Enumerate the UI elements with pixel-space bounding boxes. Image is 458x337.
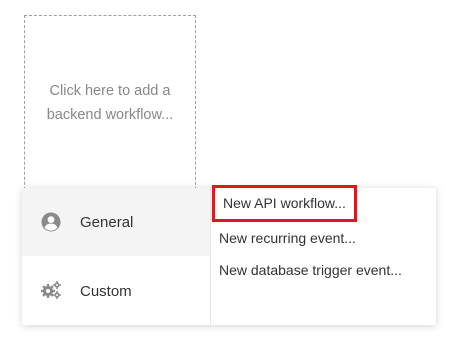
add-backend-workflow-card[interactable]: Click here to add a backend workflow... <box>24 15 196 205</box>
workflow-options-list: New API workflow... New recurring event.… <box>210 185 436 325</box>
gears-icon <box>40 279 62 301</box>
category-custom-label: Custom <box>80 282 132 300</box>
new-recurring-event-option[interactable]: New recurring event... <box>219 230 356 247</box>
category-custom[interactable]: Custom <box>22 256 210 324</box>
category-general-label: General <box>80 213 134 231</box>
new-api-workflow-option[interactable]: New API workflow... <box>212 185 357 222</box>
user-circle-icon <box>40 211 62 233</box>
new-workflow-dropdown: General Custom New API workflow... New r… <box>22 185 436 325</box>
add-backend-workflow-label: Click here to add a backend workflow... <box>46 83 174 123</box>
category-general[interactable]: General <box>22 188 210 256</box>
workflow-category-list: General Custom <box>22 188 210 325</box>
backend-workflows-canvas: Click here to add a backend workflow... … <box>0 0 458 337</box>
new-database-trigger-event-option[interactable]: New database trigger event... <box>219 262 409 279</box>
